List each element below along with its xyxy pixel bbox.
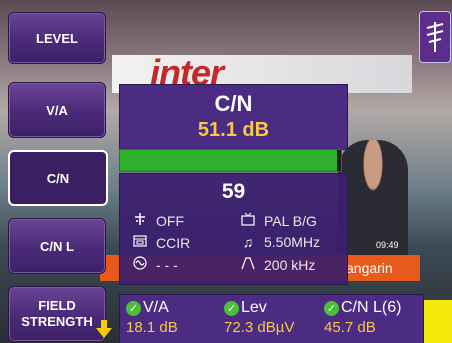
va-button-label: V/A <box>46 102 68 118</box>
lnb-power-value: OFF <box>156 212 184 229</box>
level-button[interactable]: LEVEL <box>8 12 106 64</box>
field-strength-line1: FIELD <box>38 298 76 313</box>
measurement-bar <box>119 149 342 172</box>
field-strength-label: FIELD STRENGTH <box>21 298 93 330</box>
sine-wave-icon <box>130 256 150 273</box>
power-supply-icon <box>130 212 150 229</box>
channel-number: 59 <box>221 180 246 203</box>
filter-icon <box>238 256 258 273</box>
measurement-bar-fill <box>120 150 337 171</box>
sweep-row: - - - <box>130 256 178 273</box>
result-lev-label: Lev <box>241 299 267 316</box>
lnb-power-row: OFF <box>130 212 184 229</box>
meter-screen: inter angarin 09:49 LEVEL V/A C/N C/N L … <box>0 0 452 343</box>
check-icon: ✓ <box>324 300 339 316</box>
field-strength-button[interactable]: FIELD STRENGTH <box>8 286 106 342</box>
tv-clock: 09:49 <box>376 240 399 250</box>
channel-info-panel: 59 OFF CCIR - - - PAL B/G ♫ 5.50MHz 200 … <box>119 173 348 285</box>
bandwidth-value: 200 kHz <box>264 256 316 273</box>
antenna-glyph <box>426 22 444 52</box>
cnl-button-label: C/N L <box>40 238 74 254</box>
check-icon: ✓ <box>126 300 141 316</box>
cn-button-label: C/N <box>46 170 70 186</box>
measurement-panel: C/N 51.1 dB <box>119 84 348 150</box>
result-va-value: 18.1 dB <box>126 319 178 336</box>
tv-yellow-edge <box>424 300 452 343</box>
standard-row: CCIR <box>130 234 190 251</box>
va-button[interactable]: V/A <box>8 82 106 138</box>
audio-frequency-value: 5.50MHz <box>264 234 321 250</box>
field-strength-line2: STRENGTH <box>21 314 93 329</box>
cn-button[interactable]: C/N <box>8 150 108 206</box>
result-va-label: V/A <box>143 299 169 316</box>
audio-frequency-row: ♫ 5.50MHz <box>238 234 320 250</box>
level-button-label: LEVEL <box>36 30 78 46</box>
tv-icon <box>238 212 258 229</box>
result-va: ✓ V/A 18.1 dB <box>126 299 178 336</box>
music-note-icon: ♫ <box>242 234 254 250</box>
tv-ticker-text: angarin <box>346 260 393 276</box>
down-arrow-icon[interactable] <box>96 328 112 338</box>
standard-value: CCIR <box>156 234 191 251</box>
result-lev-value: 72.3 dBµV <box>224 319 295 336</box>
check-icon: ✓ <box>224 300 239 316</box>
result-cnl-value: 45.7 dB <box>324 319 376 336</box>
measurement-value: 51.1 dB <box>197 119 270 141</box>
result-cnl-label: C/N L(6) <box>341 299 402 316</box>
measurement-title: C/N <box>214 91 253 116</box>
system-row: PAL B/G <box>238 212 317 229</box>
bandwidth-row: 200 kHz <box>238 256 315 273</box>
cnl-button[interactable]: C/N L <box>8 218 106 274</box>
sweep-value: - - - <box>156 256 178 273</box>
result-lev: ✓ Lev 72.3 dBµV <box>224 299 294 336</box>
results-panel: ✓ V/A 18.1 dB ✓ Lev 72.3 dBµV ✓ C/N L(6) 45… <box>119 294 424 343</box>
system-value: PAL B/G <box>264 212 317 229</box>
channel-table-icon <box>130 234 150 251</box>
antenna-icon[interactable] <box>419 11 451 63</box>
result-cnl: ✓ C/N L(6) 45.7 dB <box>324 299 401 336</box>
